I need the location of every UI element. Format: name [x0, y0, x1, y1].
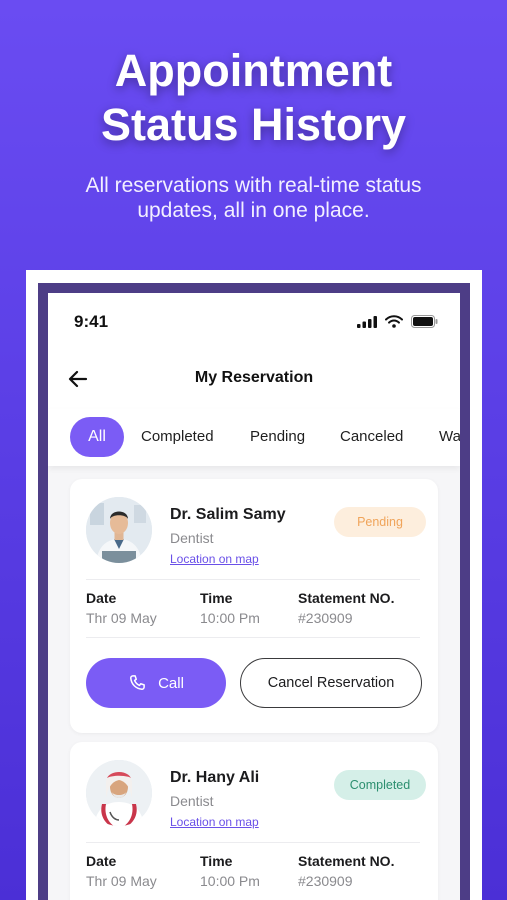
doctor-avatar	[86, 760, 152, 826]
divider	[86, 842, 420, 843]
hero-subtitle-line2: updates, all in one place.	[137, 199, 370, 222]
call-button[interactable]: Call	[86, 658, 226, 708]
statement-label: Statement NO.	[298, 853, 395, 869]
time-label: Time	[200, 853, 233, 869]
tab-pending[interactable]: Pending	[250, 417, 305, 457]
phone-icon	[130, 675, 145, 690]
cancel-reservation-button[interactable]: Cancel Reservation	[240, 658, 422, 708]
tab-waiting[interactable]: Wa	[439, 417, 460, 457]
call-button-label: Call	[158, 674, 184, 692]
battery-icon	[411, 315, 438, 328]
status-badge-completed: Completed	[334, 770, 426, 800]
statement-label: Statement NO.	[298, 590, 395, 606]
wifi-icon	[385, 315, 403, 328]
hero-title: Appointment Status History	[0, 44, 507, 152]
date-value: Thr 09 May	[86, 610, 157, 626]
statement-value: #230909	[298, 873, 353, 889]
location-link[interactable]: Location on map	[170, 552, 259, 566]
time-value: 10:00 Pm	[200, 873, 260, 889]
doctor-specialty: Dentist	[170, 530, 214, 546]
statement-value: #230909	[298, 610, 353, 626]
status-time: 9:41	[74, 312, 109, 331]
doctor-name: Dr. Salim Samy	[170, 506, 286, 523]
tab-completed[interactable]: Completed	[141, 417, 214, 457]
cancel-reservation-label: Cancel Reservation	[267, 675, 395, 691]
reservation-card: Dr. Hany Ali Dentist Location on map Com…	[70, 742, 438, 900]
date-label: Date	[86, 853, 117, 869]
hero-subtitle-line1: All reservations with real-time status	[85, 174, 422, 197]
status-bar: 9:41	[48, 293, 460, 351]
doctor-photo	[86, 497, 152, 563]
hero-title-line1: Appointment	[114, 45, 393, 96]
date-value: Thr 09 May	[86, 873, 157, 889]
hero-title-line2: Status History	[100, 99, 407, 150]
tab-canceled[interactable]: Canceled	[340, 417, 403, 457]
app-header: My Reservation	[48, 351, 460, 409]
doctor-specialty: Dentist	[170, 793, 214, 809]
location-link[interactable]: Location on map	[170, 815, 259, 829]
status-badge-pending: Pending	[334, 507, 426, 537]
reservation-card: Dr. Salim Samy Dentist Location on map P…	[70, 479, 438, 733]
page-title: My Reservation	[194, 369, 314, 386]
doctor-photo	[86, 760, 152, 826]
time-label: Time	[200, 590, 233, 606]
divider	[86, 637, 420, 638]
signal-icon	[357, 315, 377, 328]
filter-tabs: All Completed Pending Canceled Wa	[48, 409, 460, 466]
time-value: 10:00 Pm	[200, 610, 260, 626]
tab-all[interactable]: All	[70, 417, 124, 457]
doctor-avatar	[86, 497, 152, 563]
hero-subtitle: All reservations with real-time status u…	[40, 173, 467, 223]
phone-screen: 9:41 My Reservation All Completed Pendin…	[48, 293, 460, 900]
date-label: Date	[86, 590, 117, 606]
divider	[86, 579, 420, 580]
doctor-name: Dr. Hany Ali	[170, 769, 260, 786]
status-icons	[357, 315, 438, 328]
